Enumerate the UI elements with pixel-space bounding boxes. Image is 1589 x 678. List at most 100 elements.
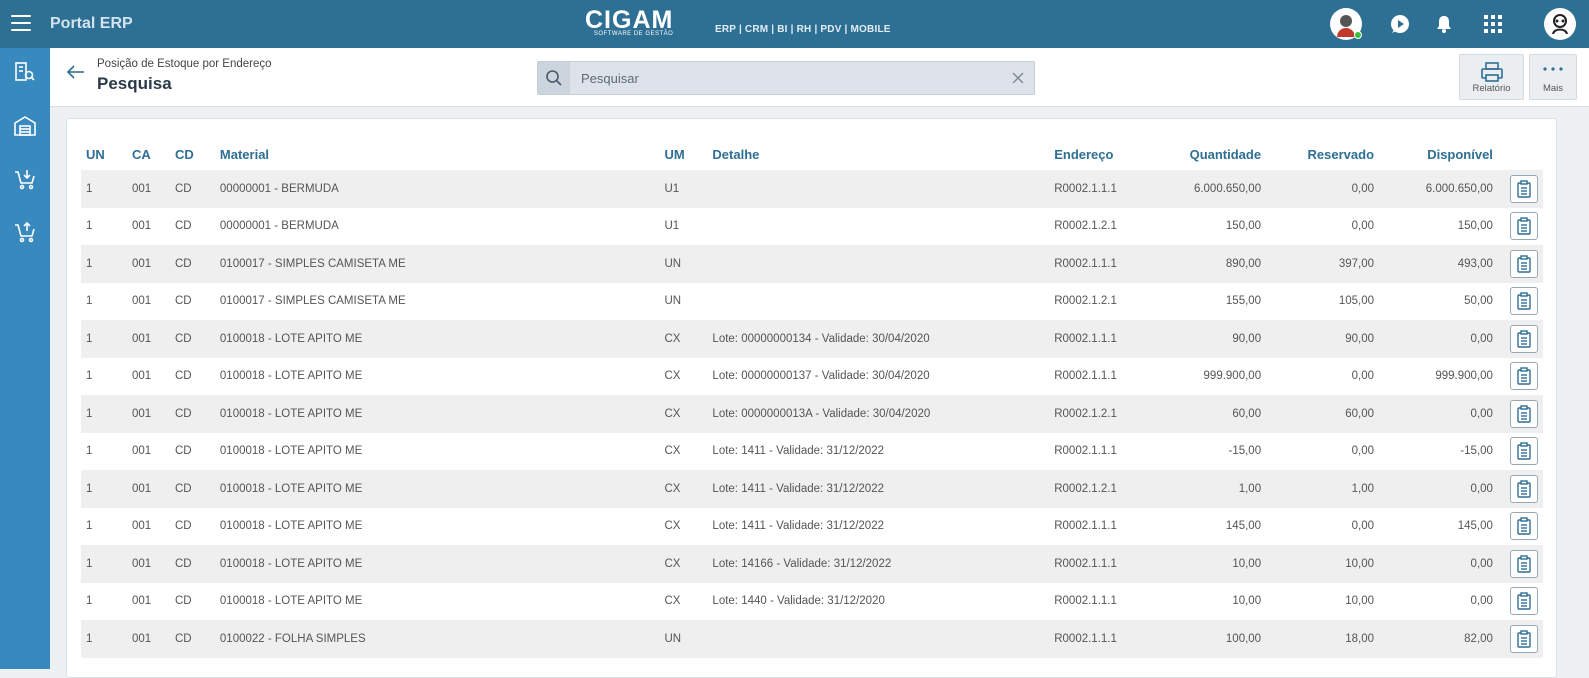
table-row[interactable]: 1 001 CD 0100017 - SIMPLES CAMISETA ME UN R00… [81, 282, 1543, 320]
cell-endereco: R0002.1.1.1 [1054, 332, 1117, 345]
profile-avatar-icon[interactable] [1544, 8, 1576, 40]
table-row[interactable]: 1 001 CD 0100018 - LOTE APITO ME CX Lote: 141… [81, 545, 1543, 583]
cigam-logo: CIGAM SOFTWARE DE GESTÃO [585, 8, 673, 39]
cell-un: 1 [86, 557, 93, 570]
clear-search-icon[interactable] [1010, 70, 1026, 86]
cell-um: CX [664, 445, 681, 458]
col-um[interactable]: UM [659, 139, 707, 170]
table-header-row: UN CA CD Material UM Detalhe Endereço Qu… [81, 139, 1543, 170]
cell-material: 0100018 - LOTE APITO ME [219, 595, 363, 608]
table-row[interactable]: 1 001 CD 0100022 - FOLHA SIMPLES UN R0002.1.1… [81, 620, 1543, 658]
cell-disponivel: 0,00 [1470, 557, 1493, 570]
cell-ca: 001 [131, 332, 152, 345]
cell-um: CX [664, 370, 681, 383]
cell-actions [1498, 470, 1543, 508]
cell-ca: 001 [131, 632, 152, 645]
search-icon[interactable] [538, 62, 570, 94]
search-bar[interactable]: Pesquisar [537, 61, 1035, 95]
stock-table: UN CA CD Material UM Detalhe Endereço Qu… [81, 139, 1543, 658]
clipboard-icon[interactable] [1509, 249, 1538, 278]
table-row[interactable]: 1 001 CD 00000001 - BERMUDA U1 R0002.1.2.1 150… [81, 207, 1543, 246]
more-button[interactable]: Mais [1529, 54, 1577, 100]
table-row[interactable]: 1 001 CD 0100017 - SIMPLES CAMISETA ME UN R00… [81, 245, 1543, 283]
apps-grid-icon[interactable] [1477, 8, 1509, 40]
cell-reservado: 0,00 [1351, 445, 1375, 458]
building-search-icon[interactable] [11, 58, 39, 86]
table-row[interactable]: 1 001 CD 0100018 - LOTE APITO ME CX Lote: 000… [81, 320, 1543, 358]
cell-quantidade: 1,00 [1238, 482, 1262, 495]
col-endereco[interactable]: Endereço [1049, 139, 1164, 170]
cell-endereco: R0002.1.1.1 [1054, 557, 1117, 570]
cell-material: 0100018 - LOTE APITO ME [219, 407, 363, 420]
cell-actions [1498, 620, 1543, 658]
clipboard-icon[interactable] [1509, 512, 1538, 541]
cell-disponivel: 493,00 [1457, 257, 1493, 270]
col-quantidade[interactable]: Quantidade [1164, 139, 1266, 170]
clipboard-icon[interactable] [1509, 474, 1538, 503]
cell-material: 0100018 - LOTE APITO ME [219, 445, 363, 458]
cell-endereco: R0002.1.2.1 [1054, 482, 1117, 495]
cell-actions [1498, 245, 1543, 283]
cell-endereco: R0002.1.1.1 [1054, 445, 1117, 458]
cell-cd: CD [174, 407, 192, 420]
cell-actions [1498, 320, 1543, 358]
cell-cd: CD [174, 370, 192, 383]
col-cd[interactable]: CD [170, 139, 215, 170]
clipboard-icon[interactable] [1509, 624, 1538, 653]
table-row[interactable]: 1 001 CD 0100018 - LOTE APITO ME CX Lote: 000… [81, 395, 1543, 433]
cell-disponivel: -15,00 [1460, 445, 1493, 458]
page-header: Posição de Estoque por Endereço Pesquisa… [50, 48, 1589, 107]
col-material[interactable]: Material [215, 139, 660, 170]
cell-ca: 001 [131, 557, 152, 570]
cell-ca: 001 [131, 295, 152, 308]
col-un[interactable]: UN [81, 139, 127, 170]
report-label: Relatório [1472, 83, 1511, 94]
user-avatar[interactable] [1330, 8, 1362, 40]
table-row[interactable]: 1 001 CD 0100018 - LOTE APITO ME CX Lote: 144… [81, 582, 1543, 620]
cell-detalhe: Lote: 1440 - Validade: 31/12/2020 [712, 595, 885, 608]
cell-detalhe [707, 170, 1049, 208]
table-row[interactable]: 1 001 CD 0100018 - LOTE APITO ME CX Lote: 141… [81, 432, 1543, 470]
cell-reservado: 0,00 [1351, 220, 1375, 233]
clipboard-icon[interactable] [1509, 587, 1538, 616]
cell-un: 1 [86, 295, 93, 308]
cell-un: 1 [86, 595, 93, 608]
page-title: Pesquisa [97, 74, 172, 93]
col-detalhe[interactable]: Detalhe [707, 139, 1049, 170]
col-ca[interactable]: CA [127, 139, 170, 170]
clipboard-icon[interactable] [1509, 212, 1538, 241]
cell-um: U1 [664, 182, 680, 195]
clipboard-icon[interactable] [1509, 437, 1538, 466]
bell-icon[interactable] [1428, 8, 1460, 40]
cell-material: 0100018 - LOTE APITO ME [219, 482, 363, 495]
col-reservado[interactable]: Reservado [1266, 139, 1379, 170]
basket-out-icon[interactable] [11, 218, 39, 246]
cell-quantidade: 10,00 [1232, 595, 1262, 608]
clipboard-icon[interactable] [1509, 287, 1538, 316]
clipboard-icon[interactable] [1509, 362, 1538, 391]
col-disponivel[interactable]: Disponível [1379, 139, 1498, 170]
table-row[interactable]: 1 001 CD 00000001 - BERMUDA U1 R0002.1.1.1 6.0… [81, 170, 1543, 208]
table-row[interactable]: 1 001 CD 0100018 - LOTE APITO ME CX Lote: 141… [81, 507, 1543, 545]
clipboard-icon[interactable] [1509, 174, 1538, 203]
chat-play-icon[interactable] [1384, 8, 1416, 40]
cell-detalhe [707, 208, 1049, 246]
cell-endereco: R0002.1.1.1 [1054, 520, 1117, 533]
hamburger-menu-icon[interactable] [11, 15, 31, 32]
cell-ca: 001 [131, 445, 152, 458]
table-row[interactable]: 1 001 CD 0100018 - LOTE APITO ME CX Lote: 000… [81, 357, 1543, 395]
cell-quantidade: 6.000.650,00 [1193, 182, 1262, 195]
clipboard-icon[interactable] [1509, 324, 1538, 353]
cell-cd: CD [174, 557, 192, 570]
basket-in-icon[interactable] [11, 165, 39, 193]
cell-un: 1 [86, 220, 93, 233]
clipboard-icon[interactable] [1509, 549, 1538, 578]
cell-un: 1 [86, 482, 93, 495]
clipboard-icon[interactable] [1509, 399, 1538, 428]
warehouse-icon[interactable] [11, 112, 39, 140]
report-button[interactable]: Relatório [1459, 54, 1524, 100]
search-input[interactable]: Pesquisar [581, 71, 639, 86]
cell-reservado: 0,00 [1351, 520, 1375, 533]
back-arrow-icon[interactable] [66, 62, 86, 82]
table-row[interactable]: 1 001 CD 0100018 - LOTE APITO ME CX Lote: 141… [81, 470, 1543, 508]
